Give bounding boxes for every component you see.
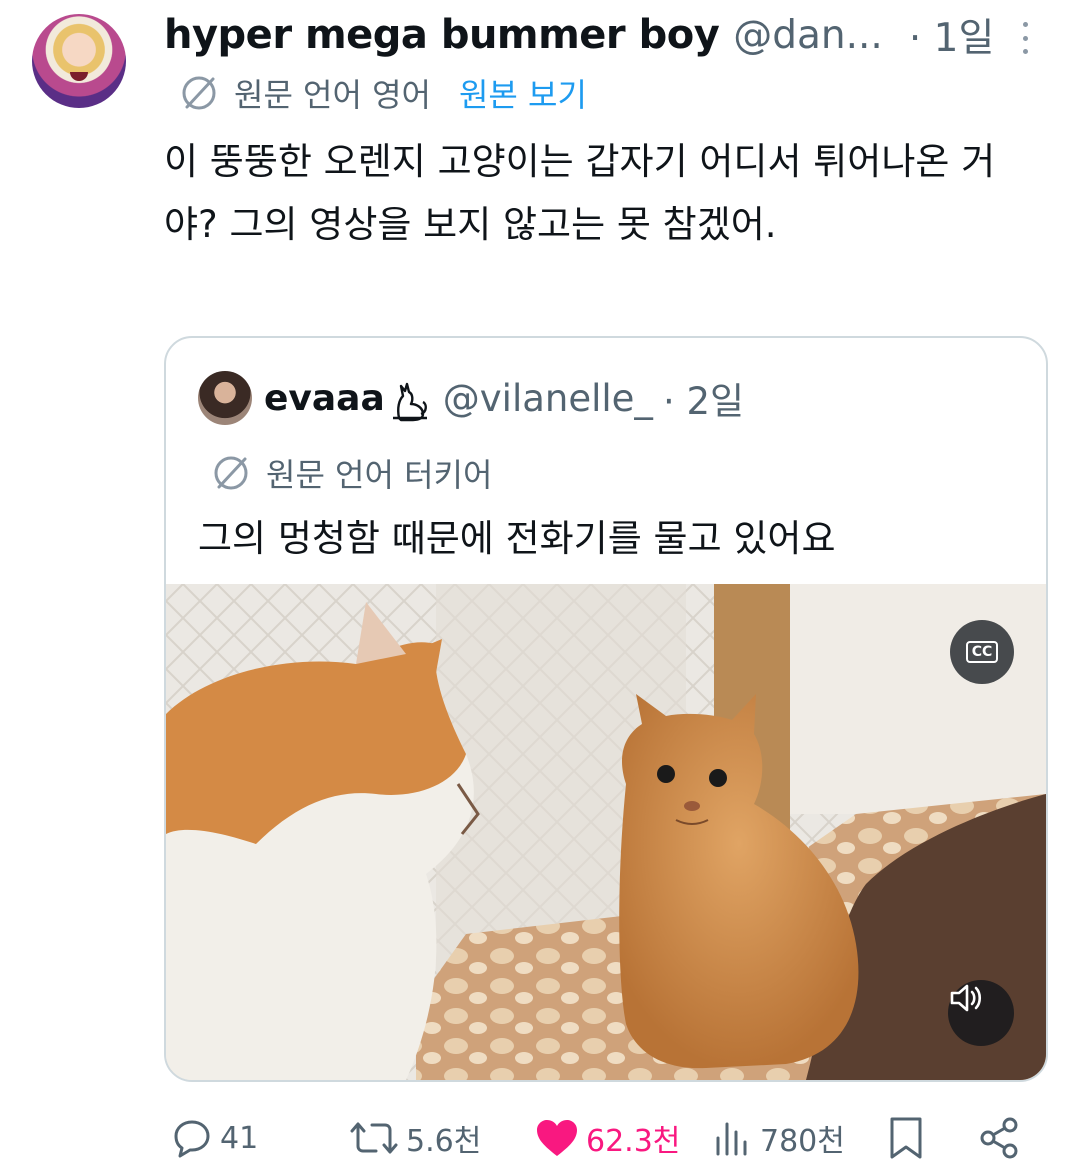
tweet-timestamp[interactable]: · 1일 bbox=[909, 7, 995, 63]
tweet-header: hyper mega bummer boy @dan... · 1일 bbox=[164, 7, 1044, 63]
more-options-icon[interactable] bbox=[1020, 22, 1030, 54]
heart-icon bbox=[537, 1120, 577, 1156]
author-handle[interactable]: @dan... bbox=[733, 13, 883, 58]
tweet-actions: 41 5.6천 62.3천 780천 bbox=[164, 1110, 1044, 1166]
video-frame bbox=[166, 584, 1046, 1080]
repost-count: 5.6천 bbox=[406, 1124, 482, 1159]
quoted-tweet[interactable]: evaaa @vilanelle_ · 2일 원문 언어 터키어 그의 멍청함 … bbox=[164, 336, 1048, 1082]
avatar-detail bbox=[70, 72, 88, 81]
views-count: 780천 bbox=[760, 1124, 845, 1159]
quoted-translation-row: 원문 언어 터키어 bbox=[210, 450, 492, 496]
like-count: 62.3천 bbox=[586, 1124, 681, 1159]
repost-button[interactable]: 5.6천 bbox=[348, 1110, 481, 1166]
quoted-author-avatar[interactable] bbox=[198, 371, 252, 425]
quoted-author-handle[interactable]: @vilanelle_ bbox=[443, 377, 653, 420]
reply-icon bbox=[174, 1120, 210, 1158]
quoted-tweet-header: evaaa @vilanelle_ · 2일 bbox=[198, 370, 744, 426]
share-button[interactable] bbox=[978, 1110, 1028, 1166]
translation-label: 원문 언어 영어 bbox=[234, 76, 431, 114]
quoted-tweet-text: 그의 멍청함 때문에 전화기를 물고 있어요 bbox=[198, 517, 836, 560]
reply-count: 41 bbox=[220, 1120, 259, 1156]
reply-button[interactable]: 41 bbox=[170, 1110, 258, 1166]
quoted-tweet-timestamp[interactable]: · 2일 bbox=[663, 371, 744, 425]
cc-label: CC bbox=[965, 641, 999, 663]
cat-emoji-icon bbox=[392, 382, 427, 422]
bookmark-icon bbox=[890, 1117, 922, 1159]
bookmark-button[interactable] bbox=[886, 1110, 932, 1166]
quoted-author-display-name[interactable]: evaaa bbox=[264, 378, 385, 419]
share-icon bbox=[980, 1117, 1018, 1159]
tweet-text: 이 뚱뚱한 오렌지 고양이는 갑자기 어디서 튀어나온 거야? 그의 영상을 보… bbox=[164, 140, 996, 246]
author-avatar[interactable] bbox=[32, 14, 126, 108]
translate-icon bbox=[214, 456, 248, 490]
video-player[interactable]: CC bbox=[166, 584, 1046, 1080]
views-bar-chart-icon bbox=[716, 1122, 747, 1156]
like-button[interactable]: 62.3천 bbox=[534, 1110, 680, 1166]
captions-button[interactable]: CC bbox=[950, 620, 1014, 684]
show-original-link[interactable]: 원본 보기 bbox=[459, 70, 587, 116]
translate-icon bbox=[182, 76, 216, 110]
quoted-translation-label: 원문 언어 터키어 bbox=[266, 456, 493, 494]
views-button[interactable]: 780천 bbox=[712, 1110, 845, 1166]
translation-row: 원문 언어 영어 원본 보기 bbox=[178, 70, 587, 116]
volume-button[interactable] bbox=[948, 980, 1014, 1046]
repost-icon bbox=[350, 1122, 398, 1154]
author-display-name[interactable]: hyper mega bummer boy bbox=[164, 12, 720, 58]
speaker-icon bbox=[950, 984, 982, 1012]
